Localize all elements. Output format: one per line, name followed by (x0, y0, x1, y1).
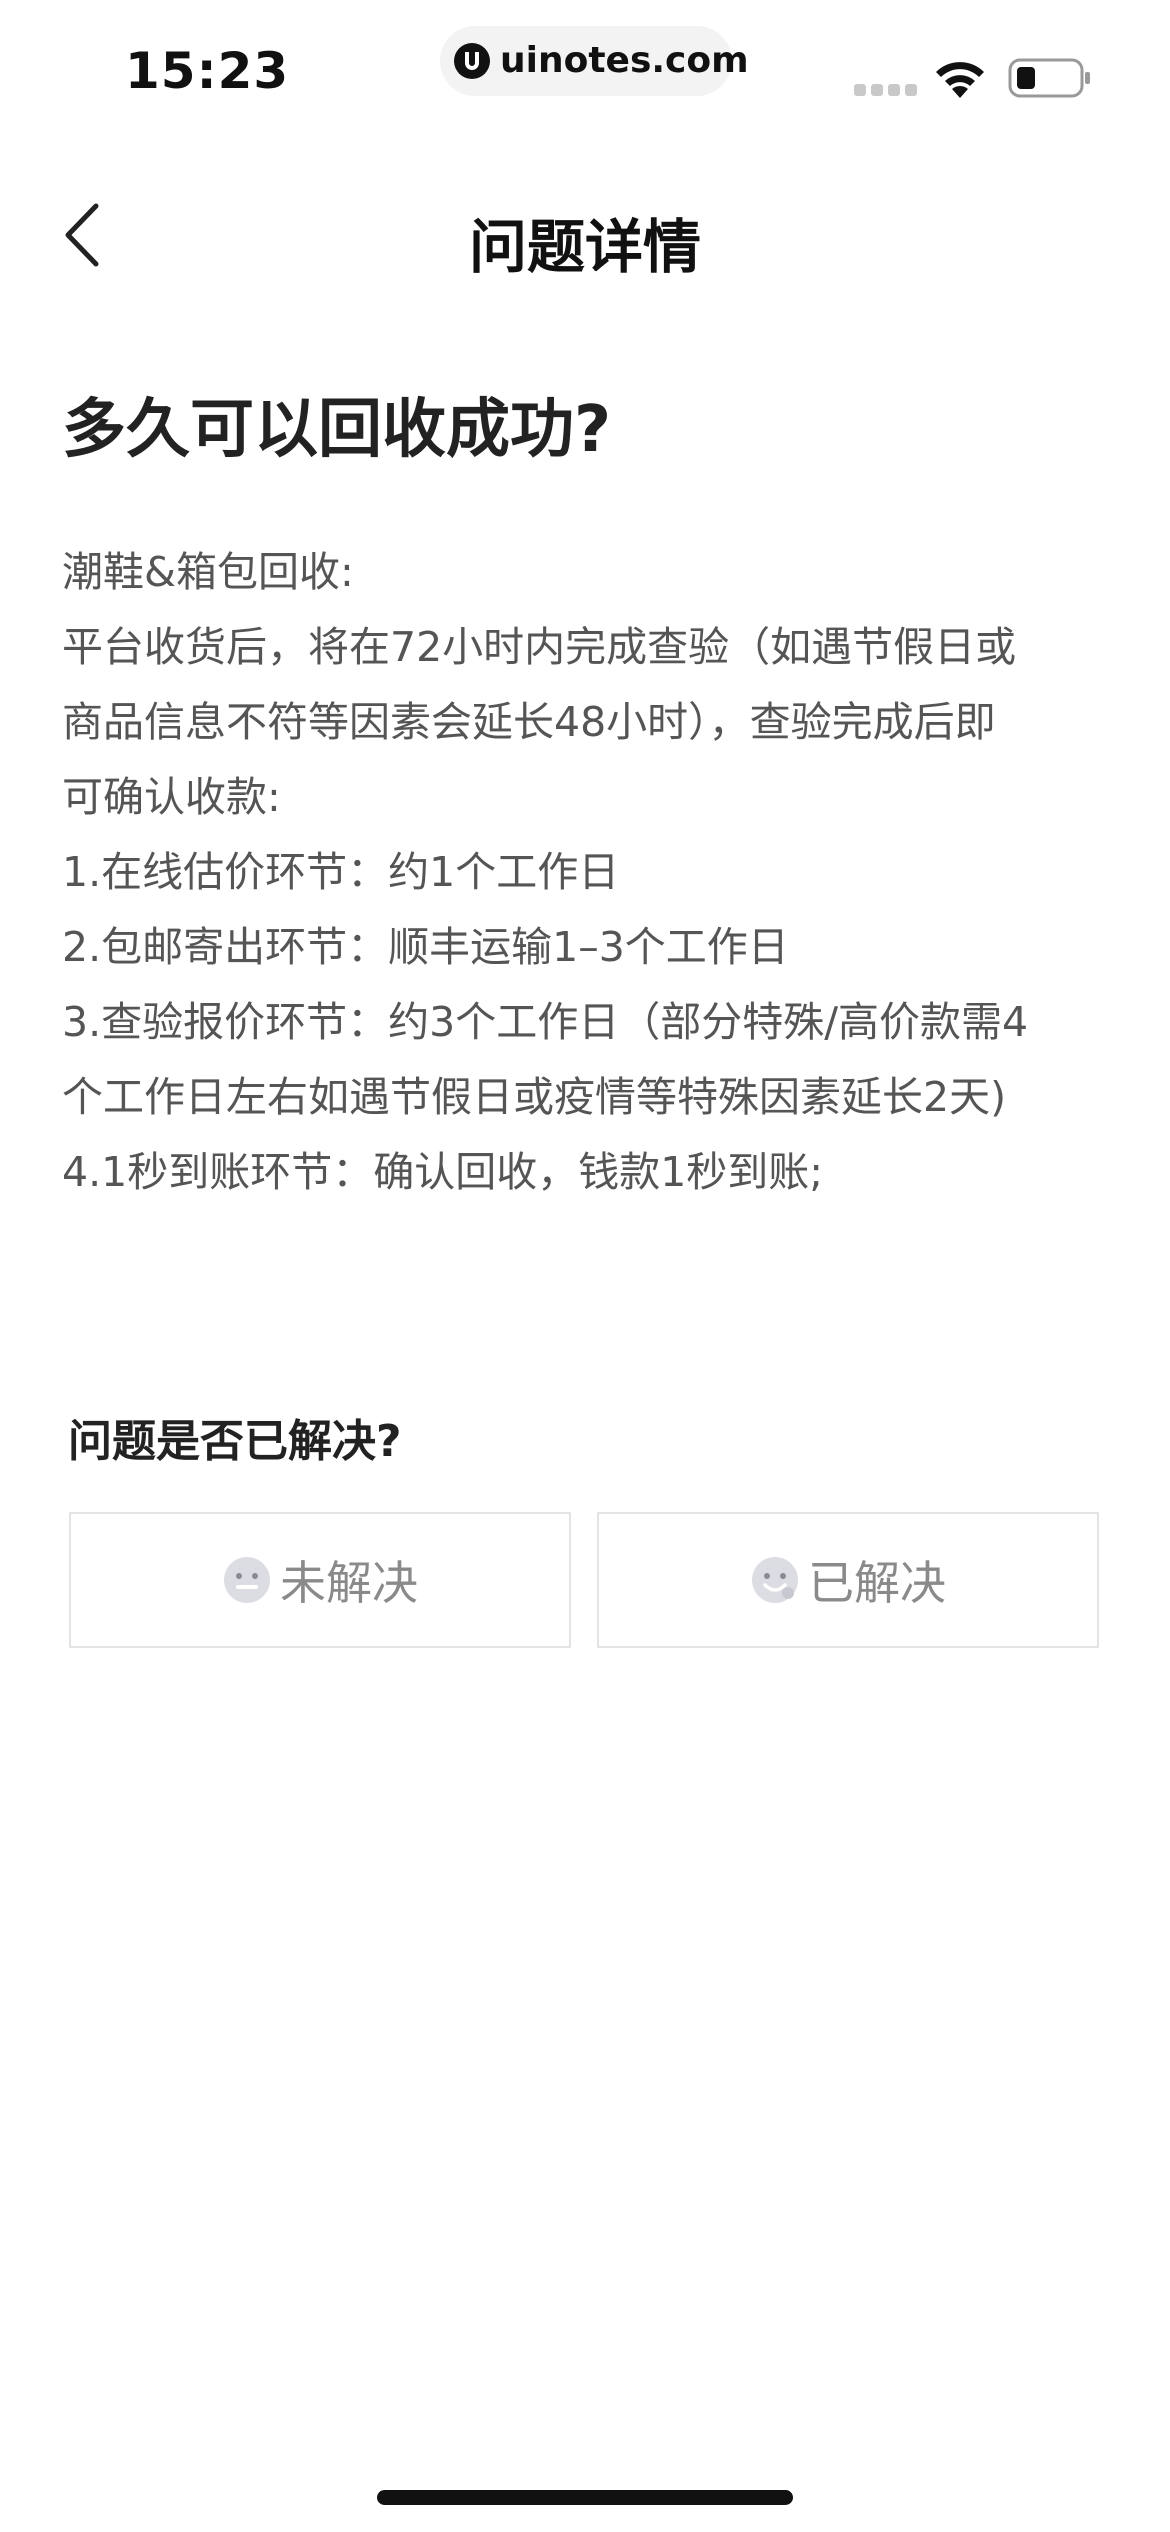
answer-line: 4.1秒到账环节：确认回收，钱款1秒到账; (62, 1148, 824, 1196)
signal-icon (854, 84, 917, 96)
site-logo-icon (454, 43, 490, 79)
smile-face-icon (752, 1557, 798, 1603)
answer-line: 商品信息不符等因素会延长48小时），查验完成后即 (62, 698, 996, 746)
answer-line: 潮鞋&箱包回收: (62, 548, 354, 596)
answer-line: 个工作日左右如遇节假日或疫情等特殊因素延长2天) (62, 1073, 1007, 1121)
status-time: 15:23 (125, 42, 290, 100)
answer-body: 潮鞋&箱包回收: 平台收货后，将在72小时内完成查验（如遇节假日或 商品信息不符… (62, 535, 1112, 1210)
url-pill[interactable]: uinotes.com (440, 26, 749, 96)
page-title: 问题详情 (468, 213, 701, 281)
answer-line: 1.在线估价环节：约1个工作日 (62, 848, 620, 896)
solved-label: 已解决 (808, 1556, 946, 1610)
back-chevron-icon[interactable] (50, 200, 120, 270)
battery-icon (1008, 58, 1090, 98)
unsolved-label: 未解决 (280, 1556, 418, 1610)
url-text: uinotes.com (500, 40, 749, 81)
answer-line: 可确认收款: (62, 773, 281, 821)
feedback-question: 问题是否已解决? (68, 1416, 402, 1467)
nav-bar: 问题详情 (0, 180, 1170, 290)
answer-line: 平台收货后，将在72小时内完成查验（如遇节假日或 (62, 623, 1017, 671)
answer-line: 3.查验报价环节：约3个工作日（部分特殊/高价款需4 (62, 998, 1029, 1046)
unsolved-button[interactable]: 未解决 (69, 1512, 571, 1648)
solved-button[interactable]: 已解决 (597, 1512, 1099, 1648)
wifi-icon (936, 62, 984, 98)
answer-line: 2.包邮寄出环节：顺丰运输1–3个工作日 (62, 923, 789, 971)
status-bar: 15:23 uinotes.com (0, 0, 1170, 140)
question-title: 多久可以回收成功? (62, 393, 612, 467)
home-indicator[interactable] (377, 2490, 793, 2505)
neutral-face-icon (224, 1557, 270, 1603)
